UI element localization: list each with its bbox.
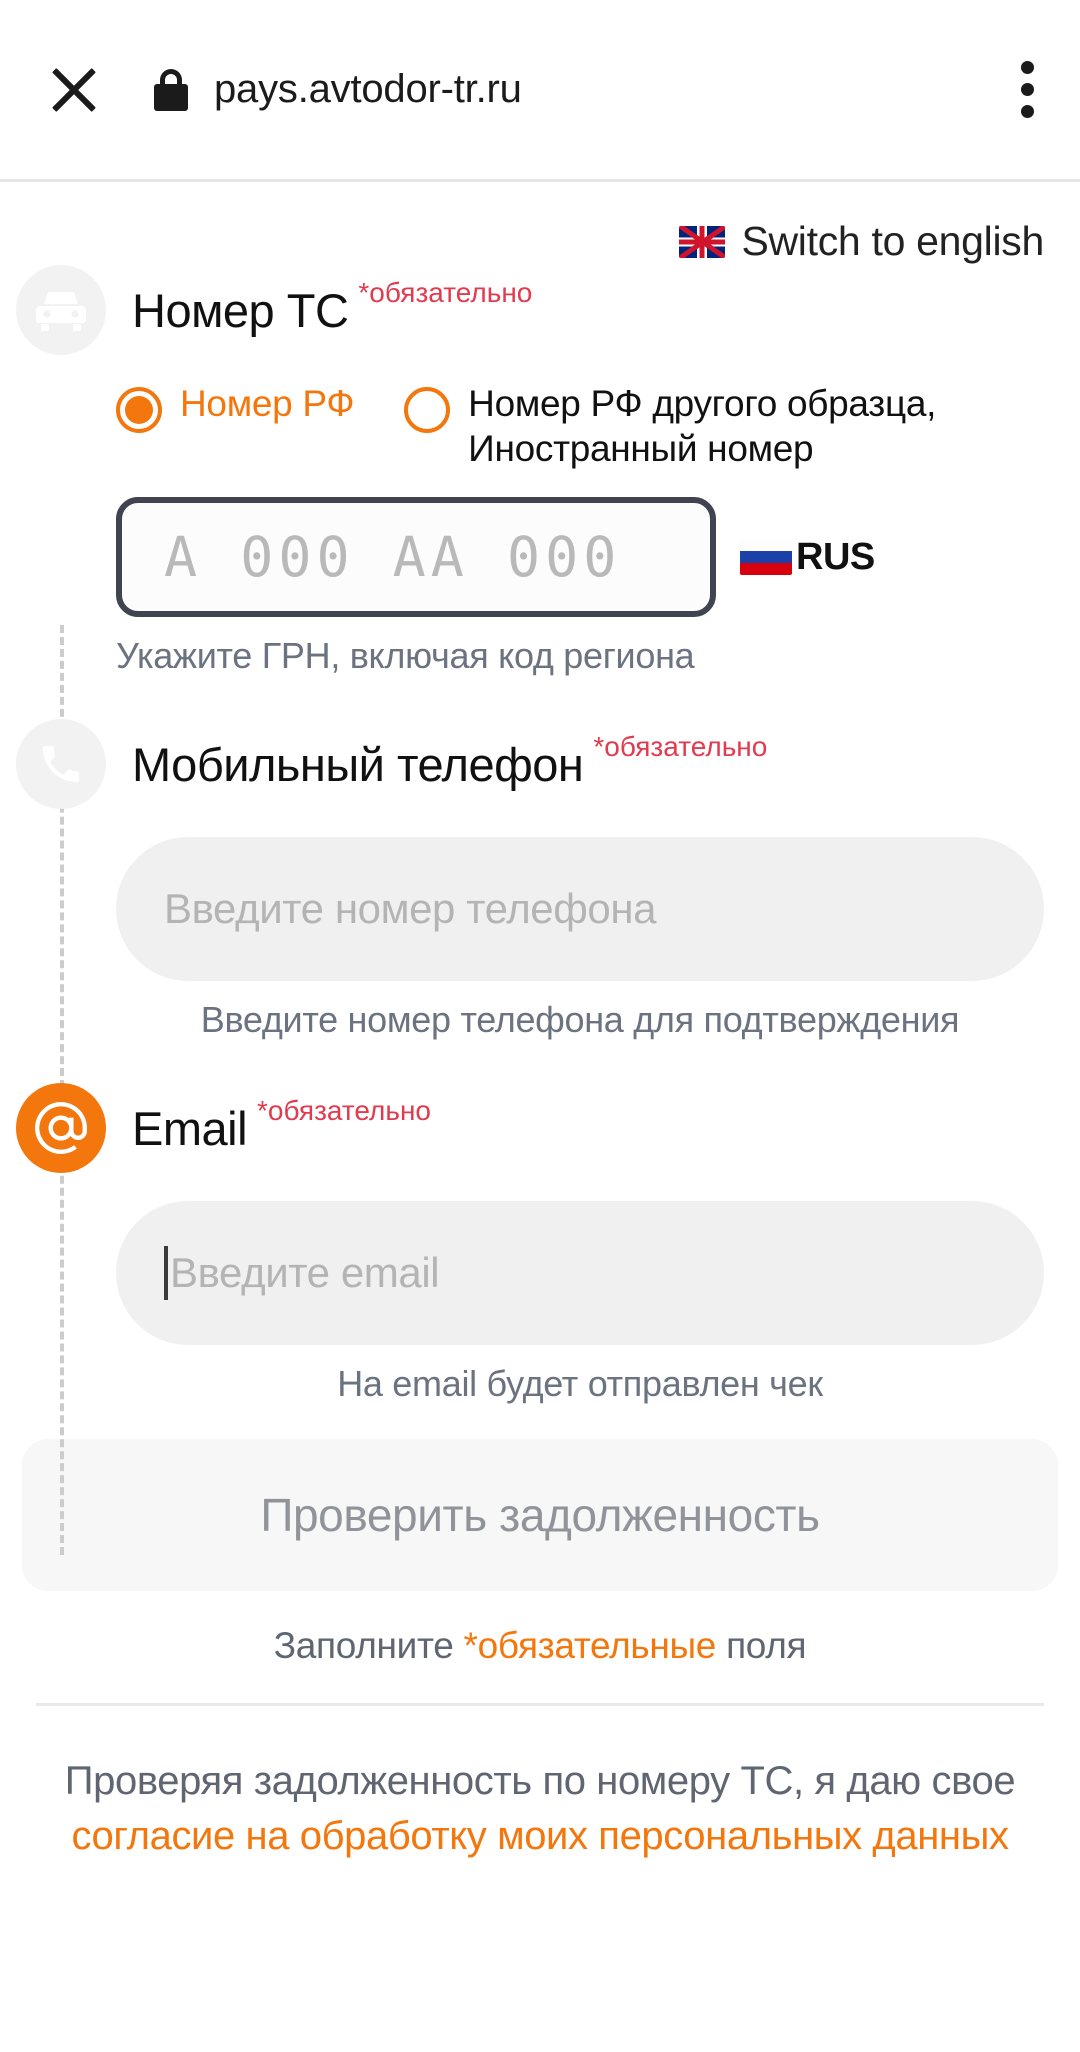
page-content: Switch to english Номер ТС *обязательно … [0,182,1080,1865]
email-section-body: Введите email На email будет отправлен ч… [0,1201,1080,1405]
section-email: Email *обязательно Введите email На emai… [0,1083,1080,1405]
lock-icon [154,68,188,111]
browser-top-bar: pays.avtodor-tr.ru [0,0,1080,182]
vehicle-title-group: Номер ТС *обязательно [132,278,532,337]
radio-dot-other-plate[interactable] [404,387,451,433]
email-section-header: Email *обязательно [0,1083,1080,1174]
radio-label-rf-plate: Номер РФ [180,383,355,424]
close-icon[interactable] [46,62,102,118]
phone-section-body: Введите номер телефона Введите номер тел… [0,837,1080,1041]
vehicle-section-body: Номер РФ Номер РФ другого образца, Иност… [0,381,1080,677]
fill-required-note: Заполните *обязательные поля [0,1625,1080,1667]
vehicle-section-header: Номер ТС *обязательно [0,265,1080,355]
at-icon [16,1083,106,1174]
spacer-phone-email [0,1041,1080,1083]
phone-required-mark: *обязательно [593,730,768,762]
debt-check-form: Номер ТС *обязательно Номер РФ Номер РФ … [0,265,1080,1865]
section-mobile-phone: Мобильный телефон *обязательно Введите н… [0,719,1080,1041]
language-switch-row: Switch to english [0,190,1080,265]
phone-placeholder: Введите номер телефона [164,885,657,933]
text-cursor [164,1246,168,1301]
phone-input[interactable]: Введите номер телефона [116,837,1044,982]
radio-dot-rf-plate[interactable] [116,387,162,433]
url-text[interactable]: pays.avtodor-tr.ru [214,67,1000,112]
vehicle-required-mark: *обязательно [358,276,533,308]
plate-placeholder: A 000 AA 000 [164,525,622,590]
phone-title-group: Мобильный телефон *обязательно [132,732,767,791]
plate-number-input[interactable]: A 000 AA 000 [116,497,716,618]
consent-line1: Проверяя задолженность по номеру ТС, я д… [64,1759,1016,1804]
consent-link[interactable]: согласие на обработку моих персональных … [71,1814,1008,1858]
phone-icon [16,719,106,810]
email-hint: На email будет отправлен чек [337,1363,823,1405]
email-required-mark: *обязательно [257,1094,431,1126]
switch-to-english-label: Switch to english [741,218,1044,264]
fill-note-after: поля [726,1625,807,1667]
country-code-label: RUS [796,535,875,578]
phone-hint: Введите номер телефона для подтверждения [200,999,960,1041]
email-placeholder: Введите email [170,1249,440,1297]
footer-divider [36,1703,1044,1707]
switch-to-english-button[interactable]: Switch to english [679,218,1044,265]
email-title: Email [132,1101,248,1155]
country-code-badge: RUS [740,536,875,579]
check-debt-button-label: Проверить задолженность [260,1489,820,1542]
fill-note-before: Заполните [273,1625,454,1667]
email-input[interactable]: Введите email [116,1201,1044,1346]
plate-hint: Укажите ГРН, включая код региона [116,635,695,677]
radio-option-rf-plate[interactable]: Номер РФ [116,381,354,433]
fill-note-accent: *обязательные [463,1625,717,1667]
email-title-group: Email *обязательно [132,1096,431,1155]
spacer-vehicle-phone [0,677,1080,719]
plate-type-radio-group: Номер РФ Номер РФ другого образца, Иност… [116,381,1044,471]
radio-option-other-plate[interactable]: Номер РФ другого образца, Иностранный но… [404,381,1044,471]
kebab-menu-icon[interactable] [1020,61,1034,118]
plate-input-row: A 000 AA 000 RUS [116,497,1044,618]
car-icon [16,265,106,355]
radio-label-other-plate: Номер РФ другого образца, Иностранный но… [468,383,937,470]
phone-title: Мобильный телефон [132,737,584,791]
check-debt-button[interactable]: Проверить задолженность [22,1439,1058,1592]
phone-section-header: Мобильный телефон *обязательно [0,719,1080,810]
uk-flag-icon [679,225,726,258]
ru-flag-icon [740,539,792,576]
vehicle-title: Номер ТС [132,283,349,337]
section-vehicle-number: Номер ТС *обязательно Номер РФ Номер РФ … [0,265,1080,677]
consent-text: Проверяя задолженность по номеру ТС, я д… [0,1754,1080,1864]
